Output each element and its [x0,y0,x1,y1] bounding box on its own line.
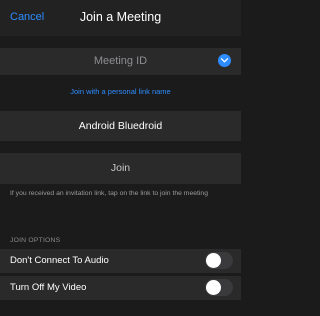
personal-link-name-link[interactable]: Join with a personal link name [0,87,241,96]
join-button-label: Join [110,162,131,174]
page-title: Join a Meeting [79,10,162,24]
invitation-hint: If you received an invitation link, tap … [10,190,208,197]
chevron-down-icon[interactable] [218,54,231,67]
dont-connect-audio-toggle[interactable] [205,252,233,269]
turn-off-video-toggle[interactable] [205,279,233,296]
turn-off-video-label: Turn Off My Video [10,282,87,293]
meeting-id-field[interactable]: Meeting ID [0,48,241,75]
join-button[interactable]: Join [0,153,241,184]
join-options-header: JOIN OPTIONS [10,237,61,244]
header-bar: Cancel Join a Meeting [0,0,241,36]
dont-connect-audio-label: Don't Connect To Audio [10,255,109,266]
toggle-knob [206,253,221,268]
turn-off-video-option: Turn Off My Video [0,276,241,300]
dont-connect-audio-option: Don't Connect To Audio [0,249,241,273]
display-name-value: Android Bluedroid [78,120,163,132]
divider [10,273,241,274]
display-name-field[interactable]: Android Bluedroid [0,111,241,141]
meeting-id-placeholder: Meeting ID [93,55,148,67]
toggle-knob [206,280,221,295]
